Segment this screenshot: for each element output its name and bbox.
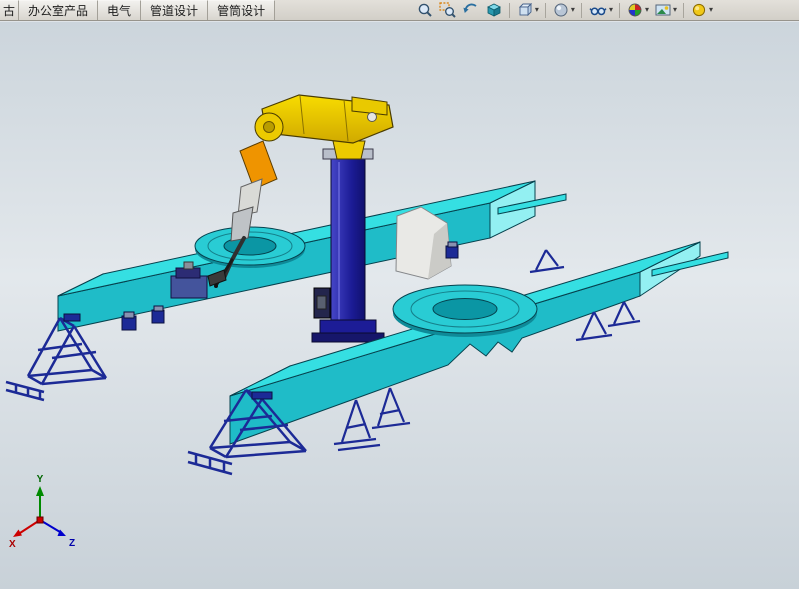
display-style-button[interactable]: ▾ [550,1,577,20]
toolbar-separator [509,3,510,18]
dropdown-caret: ▾ [535,6,539,14]
toolbar-separator [581,3,582,18]
view-orientation-button[interactable]: ▾ [514,1,541,20]
dropdown-caret: ▾ [571,6,575,14]
view-orientation-icon [516,1,534,19]
display-style-icon [552,1,570,19]
dropdown-caret: ▾ [609,6,613,14]
zoom-to-area-button[interactable] [437,1,459,20]
hide-show-items-button[interactable]: ▾ [586,1,615,20]
heads-up-view-toolbar: ▾ ▾ ▾ [414,0,799,20]
y-axis-label: Y [37,474,44,485]
z-axis-label: Z [69,538,75,549]
x-axis-label: X [9,539,16,550]
view-settings-button[interactable]: ▾ [688,1,715,20]
cad-scene[interactable]: Y X Z [0,22,799,589]
edit-appearance-icon [626,1,644,19]
triad-origin [37,517,43,523]
section-view-icon [485,1,503,19]
tab-tubing-design-label: 管筒设计 [217,2,265,19]
tab-piping-design-label: 管道设计 [150,2,198,19]
apply-scene-icon [654,1,672,19]
hide-show-items-icon [588,1,608,19]
tab-electrical-label: 电气 [107,2,131,19]
tab-office-products-label: 办公室产品 [28,2,88,19]
tab-tubing-design[interactable]: 管筒设计 [208,0,275,20]
zoom-to-fit-button[interactable] [414,1,436,20]
dropdown-caret: ▾ [645,6,649,14]
previous-view-button[interactable] [460,1,482,20]
previous-view-icon [462,1,480,19]
tab-office-products[interactable]: 办公室产品 [19,0,98,20]
front-slewing-ring[interactable] [393,285,537,337]
rear-slewing-ring[interactable] [195,227,305,268]
section-view-button[interactable] [483,1,505,20]
view-settings-icon [690,1,708,19]
robot-swivel-base [333,141,365,159]
tab-electrical[interactable]: 电气 [98,0,141,20]
toolbar-separator [683,3,684,18]
zoom-to-area-icon [439,1,457,19]
tab-partial-label: 古 [3,2,15,19]
commandmanager-tabs: 古 办公室产品 电气 管道设计 管筒设计 [0,0,275,20]
dropdown-caret: ▾ [709,6,713,14]
edit-appearance-button[interactable]: ▾ [624,1,651,20]
command-toolbar: 古 办公室产品 电气 管道设计 管筒设计 [0,0,799,21]
toolbar-separator [545,3,546,18]
graphics-area[interactable]: Y X Z [0,22,799,589]
tab-partial[interactable]: 古 [0,0,19,20]
dropdown-caret: ▾ [673,6,677,14]
toolbar-separator [619,3,620,18]
apply-scene-button[interactable]: ▾ [652,1,679,20]
tab-piping-design[interactable]: 管道设计 [141,0,208,20]
zoom-to-fit-icon [416,1,434,19]
